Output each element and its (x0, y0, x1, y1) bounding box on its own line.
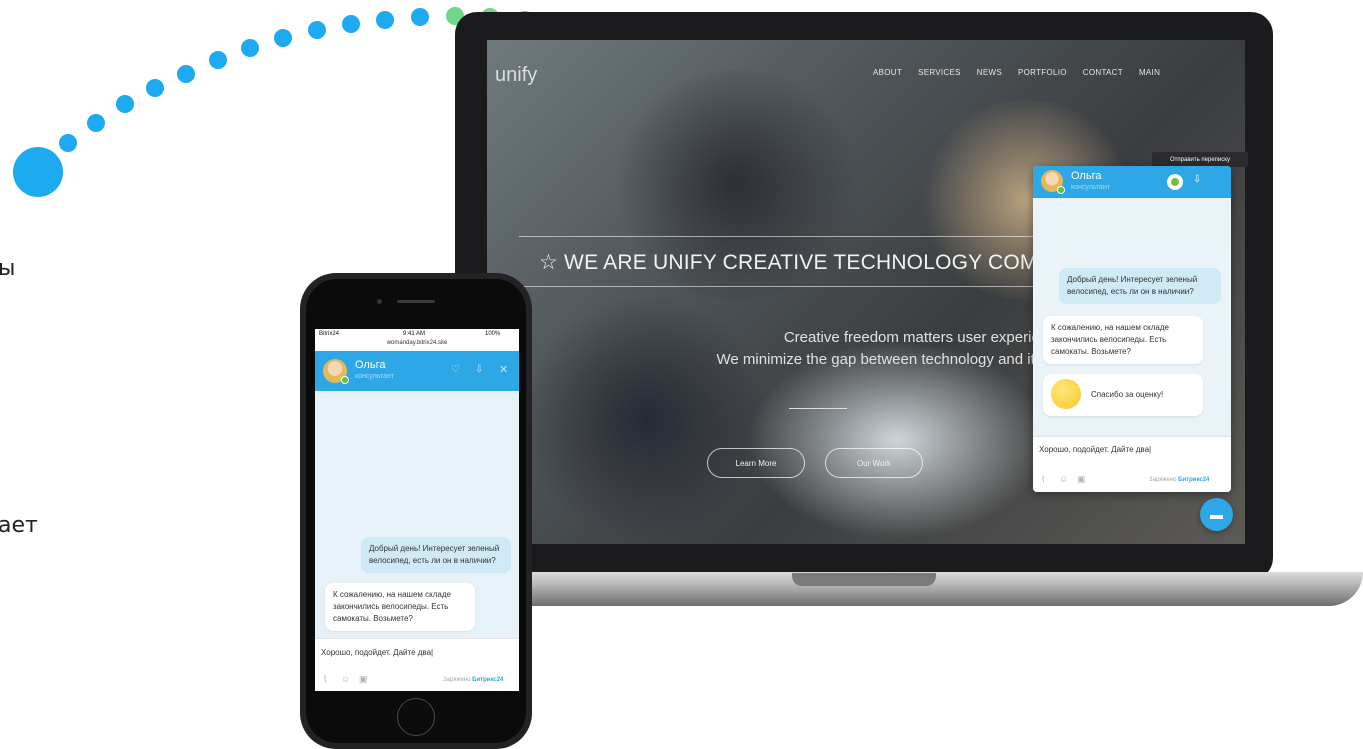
path-dot (87, 114, 105, 132)
nav-item-main[interactable]: MAIN (1139, 68, 1160, 77)
phone-attach-icon[interactable]: ⌇ (323, 674, 327, 685)
site-logo[interactable]: unify (495, 64, 537, 87)
path-dot (342, 15, 360, 33)
path-dot (241, 39, 259, 57)
url-bar[interactable]: womanday.bitrix24.site (315, 340, 519, 346)
phone-powered-prefix: Заряжено (443, 677, 471, 683)
nav-item-news[interactable]: NEWS (977, 68, 1002, 77)
phone-powered-brand: Битрикс24 (472, 677, 504, 683)
phone-thumb-down-icon[interactable]: ⇩ (475, 364, 483, 375)
path-dot (308, 21, 326, 39)
chat-messages: Добрый день! Интересует зеленый велосипе… (1033, 198, 1231, 436)
site-nav: ABOUT SERVICES NEWS PORTFOLIO CONTACT MA… (873, 68, 1160, 77)
phone-operator-name: Ольга (355, 359, 386, 371)
phone-chat-header: Ольга консультант ♡ ⇩ ✕ (315, 351, 519, 391)
path-dot (59, 134, 77, 152)
battery-label: 100% (485, 331, 501, 337)
nav-item-about[interactable]: ABOUT (873, 68, 902, 77)
phone-close-icon[interactable]: ✕ (499, 363, 508, 376)
front-camera (377, 299, 382, 304)
phone-message-incoming: К сожалению, на нашем складе закончились… (325, 583, 475, 631)
powered-prefix: Заряжено (1149, 477, 1177, 483)
path-dot (411, 8, 429, 26)
attach-icon[interactable]: ⌇ (1041, 474, 1045, 485)
chat-widget: Ольга консультант ⇩ Добрый день! Интерес… (1033, 166, 1231, 492)
path-dot (274, 29, 292, 47)
nav-item-services[interactable]: SERVICES (918, 68, 961, 77)
phone-message-outgoing: Добрый день! Интересует зеленый велосипе… (361, 537, 511, 573)
phone-speaker (397, 300, 435, 303)
status-bar: Bitrix24 9:41 AM 100% (315, 329, 519, 340)
chat-footer: ⌇ ☺ ▣ Заряжено Битрикс24 (1033, 468, 1231, 492)
path-dot (13, 147, 63, 197)
phone-message-input[interactable]: Хорошо, подойдет. Дайте два| (315, 638, 519, 670)
operator-role: консультант (1071, 184, 1111, 191)
hero-separator (789, 408, 847, 409)
hero-divider-top (519, 236, 1049, 237)
side-text-1: ы (0, 256, 16, 281)
thumb-up-icon (1171, 178, 1179, 186)
phone-emoji-icon[interactable]: ☺ (341, 674, 350, 684)
phone-powered-by[interactable]: Заряжено Битрикс24 (443, 677, 503, 683)
message-incoming: К сожалению, на нашем складе закончились… (1043, 316, 1203, 364)
phone-chat-footer: ⌇ ☺ ▣ Заряжено Битрикс24 (315, 670, 519, 691)
learn-more-button[interactable]: Learn More (707, 448, 805, 478)
powered-brand: Битрикс24 (1178, 477, 1210, 483)
operator-name: Ольга (1071, 170, 1102, 182)
file-icon[interactable]: ▣ (1077, 474, 1086, 485)
chat-bubble-icon: ▬ (1210, 507, 1223, 522)
open-chat-button[interactable]: ▬ (1200, 498, 1233, 531)
phone-chat-messages: Добрый день! Интересует зеленый велосипе… (315, 391, 519, 638)
phone-screen: Bitrix24 9:41 AM 100% womanday.bitrix24.… (315, 329, 519, 691)
carrier-label: Bitrix24 (319, 331, 340, 337)
emoji-icon[interactable]: ☺ (1059, 474, 1068, 484)
chat-header: Ольга консультант ⇩ (1033, 166, 1231, 198)
side-text-2: ает (0, 513, 38, 538)
status-time: 9:41 AM (403, 331, 426, 337)
our-work-button[interactable]: Our Work (825, 448, 923, 478)
like-button[interactable] (1167, 174, 1183, 190)
phone-file-icon[interactable]: ▣ (359, 674, 368, 685)
message-input[interactable]: Хорошо, подойдет. Дайте два| (1033, 436, 1231, 468)
nav-item-contact[interactable]: CONTACT (1083, 68, 1123, 77)
path-dot (116, 95, 134, 113)
smiley-icon (1051, 379, 1081, 409)
hero-title: ☆ WE ARE UNIFY CREATIVE TECHNOLOGY COMP (539, 251, 1052, 274)
phone-online-status-icon (341, 376, 349, 384)
powered-by[interactable]: Заряжено Битрикс24 (1149, 477, 1209, 483)
rating-message: Спасибо за оценку! (1043, 374, 1203, 416)
hero-divider-bottom (519, 286, 1049, 287)
phone-thumb-up-icon[interactable]: ♡ (451, 364, 460, 375)
phone-operator-role: консультант (355, 373, 395, 380)
message-outgoing: Добрый день! Интересует зеленый велосипе… (1059, 268, 1221, 304)
path-dot (146, 79, 164, 97)
laptop-notch (792, 573, 936, 586)
send-transcript-tooltip: Отправить переписку (1152, 152, 1248, 167)
path-dot (209, 51, 227, 69)
home-button[interactable] (397, 698, 435, 736)
thumb-down-icon[interactable]: ⇩ (1193, 174, 1201, 185)
nav-item-portfolio[interactable]: PORTFOLIO (1018, 68, 1067, 77)
rating-thanks-text: Спасибо за оценку! (1091, 390, 1164, 399)
path-dot (177, 65, 195, 83)
online-status-icon (1057, 186, 1065, 194)
path-dot (376, 11, 394, 29)
